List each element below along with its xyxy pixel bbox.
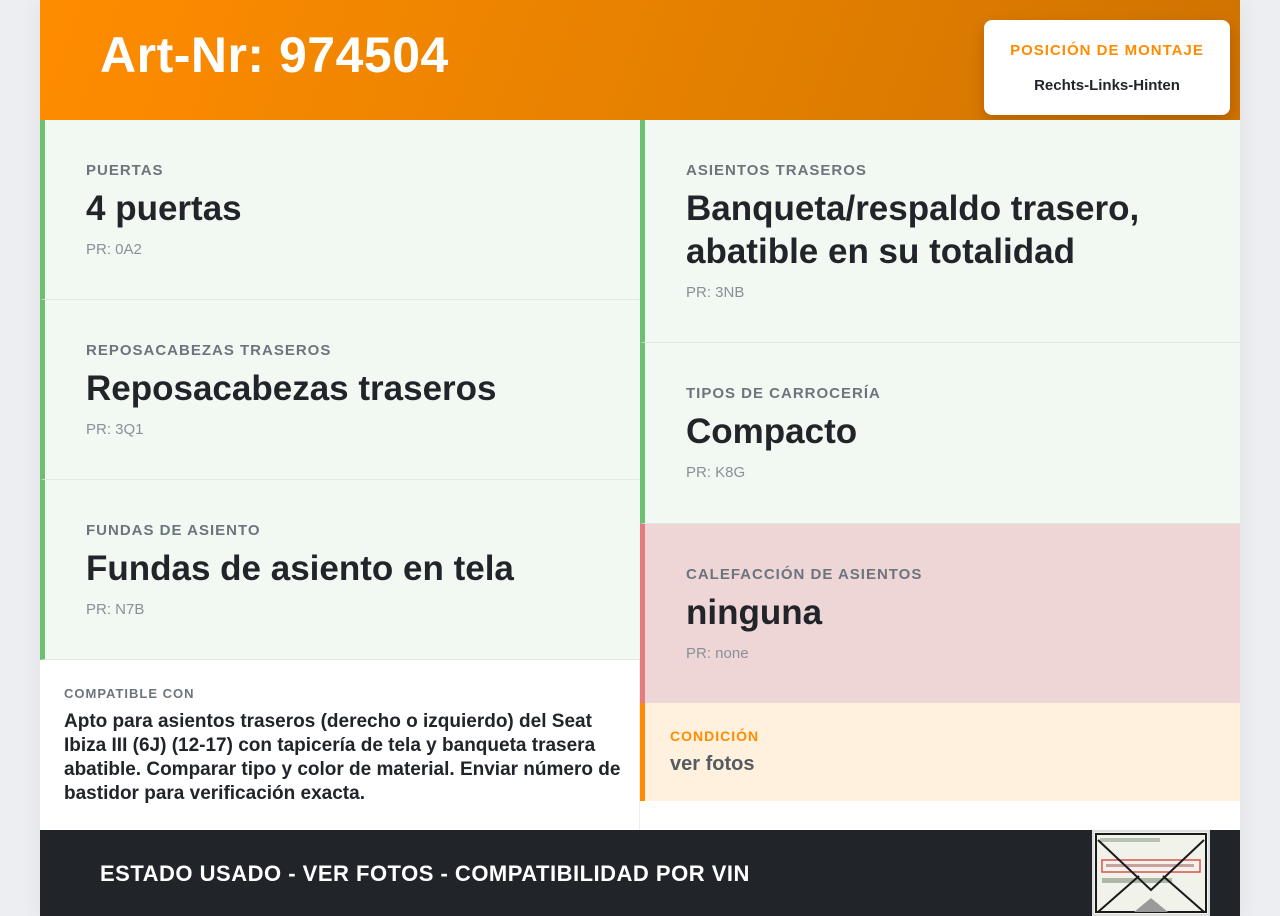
feature-label: ASIENTOS TRASEROS <box>686 162 867 179</box>
feature-label: REPOSACABEZAS TRASEROS <box>86 342 332 359</box>
feature-pr-code: PR: N7B <box>86 601 145 618</box>
condition-value: ver fotos <box>670 753 755 775</box>
document-thumbnail-graphic <box>1094 832 1208 914</box>
feature-pr-code: PR: K8G <box>686 464 746 481</box>
feature-label: PUERTAS <box>86 162 164 179</box>
feature-value: Banqueta/respaldo trasero, abatible en s… <box>686 189 1140 271</box>
feature-rear-headrests: REPOSACABEZAS TRASEROS Reposacabezas tra… <box>40 300 640 480</box>
feature-rear-seats: ASIENTOS TRASEROS Banqueta/respaldo tras… <box>640 120 1240 343</box>
feature-value: Compacto <box>686 412 858 451</box>
feature-pr-code: PR: 0A2 <box>86 241 142 258</box>
product-sheet: Art-Nr: 974504 POSICIÓN DE MONTAJE Recht… <box>40 0 1240 916</box>
mounting-position-label: POSICIÓN DE MONTAJE <box>1010 42 1204 59</box>
feature-pr-code: PR: 3Q1 <box>86 421 144 438</box>
compatibility-section: COMPATIBLE CON Apto para asientos traser… <box>40 660 640 830</box>
compatibility-text: Apto para asientos traseros (derecho o i… <box>64 711 621 804</box>
compatibility-label: COMPATIBLE CON <box>64 686 195 701</box>
feature-label: TIPOS DE CARROCERÍA <box>686 385 881 402</box>
feature-label: CALEFACCIÓN DE ASIENTOS <box>686 566 923 583</box>
feature-body-type: TIPOS DE CARROCERÍA Compacto PR: K8G <box>640 343 1240 524</box>
feature-value: 4 puertas <box>86 189 242 228</box>
mounting-position-value: Rechts-Links-Hinten <box>1034 77 1180 94</box>
feature-doors: PUERTAS 4 puertas PR: 0A2 <box>40 120 640 300</box>
feature-label: FUNDAS DE ASIENTO <box>86 522 261 539</box>
footer-banner: ESTADO USADO - VER FOTOS - COMPATIBILIDA… <box>40 830 1240 916</box>
document-thumbnail-icon[interactable] <box>1092 830 1210 916</box>
header-banner: Art-Nr: 974504 POSICIÓN DE MONTAJE Recht… <box>40 0 1240 120</box>
mounting-position-card: POSICIÓN DE MONTAJE Rechts-Links-Hinten <box>984 20 1230 115</box>
feature-seat-covers: FUNDAS DE ASIENTO Fundas de asiento en t… <box>40 480 640 660</box>
feature-pr-code: PR: 3NB <box>686 284 745 301</box>
condition-section: CONDICIÓN ver fotos <box>640 703 1240 801</box>
feature-value: Fundas de asiento en tela <box>86 549 514 588</box>
condition-label: CONDICIÓN <box>670 728 760 744</box>
feature-seat-heating: CALEFACCIÓN DE ASIENTOS ninguna PR: none <box>640 524 1240 703</box>
footer-text: ESTADO USADO - VER FOTOS - COMPATIBILIDA… <box>100 861 750 886</box>
article-number-title: Art-Nr: 974504 <box>100 27 449 83</box>
feature-pr-code: PR: none <box>686 645 749 662</box>
feature-value: Reposacabezas traseros <box>86 369 497 408</box>
feature-value: ninguna <box>686 593 823 632</box>
